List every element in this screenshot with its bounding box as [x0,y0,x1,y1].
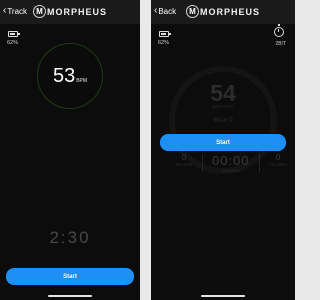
morpheus-logo-icon: M [32,5,46,18]
timer-label: 2BIT [275,41,286,47]
start-button[interactable]: Start [160,134,286,151]
stat-label: CALORIES [269,163,287,167]
stat-label: BREATHS [176,163,193,167]
breath-unit: BREATHS [212,104,234,109]
back-label: Track [7,6,28,16]
stat-breaths: 0 BREATHS [176,153,192,167]
back-label: Back [158,6,177,16]
heart-rate-value: 53 [52,65,76,87]
breath-value: 54 [210,80,236,106]
stat-calories: 0 CALORIES [269,153,287,167]
app-logo: M MORPHEUS [32,5,108,18]
home-indicator [201,295,245,297]
stat-value: 0 [181,153,187,162]
battery-fill [10,33,15,35]
back-chevron-icon: ‹ [3,5,7,16]
heart-rate-ring: 53BPM [37,43,103,109]
start-button[interactable]: Start [6,268,134,285]
battery-icon [159,31,171,37]
back-chevron-icon: ‹ [154,5,158,16]
nav-bar: ‹ Track M MORPHEUS [0,0,140,24]
max-label: MAX 0 [213,117,233,124]
divider [201,154,203,172]
stats-row: 0 BREATHS 00:00 DURATION 0 CALORIES [176,153,287,173]
heart-rate-unit: BPM [76,78,88,84]
stat-value: 0 [275,153,281,162]
session-timer: 2:30 [49,228,91,247]
stopwatch-icon[interactable] [274,24,284,37]
battery-icon [8,31,20,37]
home-indicator [48,295,92,297]
divider [258,154,260,172]
breathing-screen: ‹ Back M MORPHEUS 62% 2BIT 54 BREATHS MA… [151,0,295,300]
logo-text: MORPHEUS [199,6,261,17]
stat-label: DURATION [221,169,240,173]
back-button[interactable]: ‹ Track [3,6,27,16]
battery-percentage: 62% [158,40,170,46]
nav-bar: ‹ Back M MORPHEUS [151,0,295,24]
battery-fill [161,33,166,35]
logo-text: MORPHEUS [46,6,108,17]
heart-rate-display: 53BPM [38,65,102,88]
stat-value: 00:00 [212,153,250,168]
battery-percentage: 62% [7,40,19,46]
heart-rate-screen: ‹ Track M MORPHEUS 62% 53BPM 2:30 Start [0,0,140,300]
app-logo: M MORPHEUS [185,5,261,18]
morpheus-logo-icon: M [185,5,199,18]
back-button[interactable]: ‹ Back [154,6,176,16]
stat-duration: 00:00 DURATION [212,153,250,173]
